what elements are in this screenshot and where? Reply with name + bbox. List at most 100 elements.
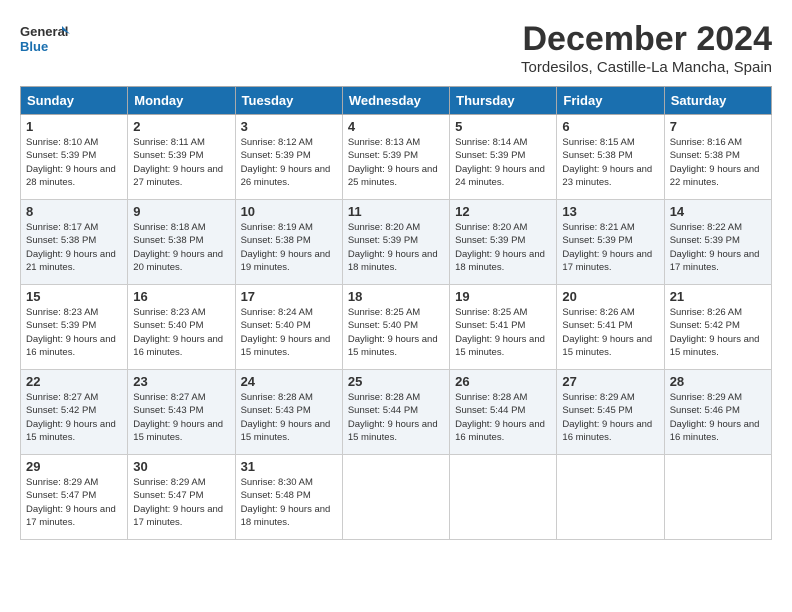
svg-text:Blue: Blue [20, 39, 48, 54]
day-number: 5 [455, 119, 551, 134]
day-number: 21 [670, 289, 766, 304]
calendar-cell: 23 Sunrise: 8:27 AMSunset: 5:43 PMDaylig… [128, 370, 235, 455]
day-info: Sunrise: 8:25 AMSunset: 5:40 PMDaylight:… [348, 306, 444, 359]
day-info: Sunrise: 8:21 AMSunset: 5:39 PMDaylight:… [562, 221, 658, 274]
calendar-cell: 13 Sunrise: 8:21 AMSunset: 5:39 PMDaylig… [557, 200, 664, 285]
day-info: Sunrise: 8:27 AMSunset: 5:42 PMDaylight:… [26, 391, 122, 444]
header: General Blue December 2024 Tordesilos, C… [20, 20, 772, 76]
calendar-cell [342, 455, 449, 540]
day-number: 18 [348, 289, 444, 304]
day-number: 26 [455, 374, 551, 389]
day-info: Sunrise: 8:12 AMSunset: 5:39 PMDaylight:… [241, 136, 337, 189]
calendar-table: SundayMondayTuesdayWednesdayThursdayFrid… [20, 86, 772, 540]
day-info: Sunrise: 8:10 AMSunset: 5:39 PMDaylight:… [26, 136, 122, 189]
day-info: Sunrise: 8:30 AMSunset: 5:48 PMDaylight:… [241, 476, 337, 529]
calendar-cell: 26 Sunrise: 8:28 AMSunset: 5:44 PMDaylig… [450, 370, 557, 455]
day-info: Sunrise: 8:28 AMSunset: 5:44 PMDaylight:… [455, 391, 551, 444]
day-info: Sunrise: 8:22 AMSunset: 5:39 PMDaylight:… [670, 221, 766, 274]
calendar-cell: 14 Sunrise: 8:22 AMSunset: 5:39 PMDaylig… [664, 200, 771, 285]
day-number: 3 [241, 119, 337, 134]
day-info: Sunrise: 8:18 AMSunset: 5:38 PMDaylight:… [133, 221, 229, 274]
calendar-cell: 15 Sunrise: 8:23 AMSunset: 5:39 PMDaylig… [21, 285, 128, 370]
location-title: Tordesilos, Castille-La Mancha, Spain [521, 59, 772, 76]
day-number: 24 [241, 374, 337, 389]
weekday-header-thursday: Thursday [450, 87, 557, 115]
day-number: 12 [455, 204, 551, 219]
day-info: Sunrise: 8:11 AMSunset: 5:39 PMDaylight:… [133, 136, 229, 189]
title-block: December 2024 Tordesilos, Castille-La Ma… [521, 20, 772, 76]
day-number: 15 [26, 289, 122, 304]
weekday-header-sunday: Sunday [21, 87, 128, 115]
day-info: Sunrise: 8:23 AMSunset: 5:39 PMDaylight:… [26, 306, 122, 359]
day-info: Sunrise: 8:17 AMSunset: 5:38 PMDaylight:… [26, 221, 122, 274]
calendar-cell: 12 Sunrise: 8:20 AMSunset: 5:39 PMDaylig… [450, 200, 557, 285]
calendar-cell: 10 Sunrise: 8:19 AMSunset: 5:38 PMDaylig… [235, 200, 342, 285]
day-info: Sunrise: 8:29 AMSunset: 5:47 PMDaylight:… [133, 476, 229, 529]
calendar-cell [664, 455, 771, 540]
calendar-cell: 29 Sunrise: 8:29 AMSunset: 5:47 PMDaylig… [21, 455, 128, 540]
day-info: Sunrise: 8:19 AMSunset: 5:38 PMDaylight:… [241, 221, 337, 274]
day-number: 19 [455, 289, 551, 304]
day-info: Sunrise: 8:28 AMSunset: 5:43 PMDaylight:… [241, 391, 337, 444]
day-number: 17 [241, 289, 337, 304]
calendar-cell: 7 Sunrise: 8:16 AMSunset: 5:38 PMDayligh… [664, 115, 771, 200]
day-number: 2 [133, 119, 229, 134]
day-info: Sunrise: 8:25 AMSunset: 5:41 PMDaylight:… [455, 306, 551, 359]
day-info: Sunrise: 8:15 AMSunset: 5:38 PMDaylight:… [562, 136, 658, 189]
day-info: Sunrise: 8:20 AMSunset: 5:39 PMDaylight:… [455, 221, 551, 274]
day-number: 1 [26, 119, 122, 134]
day-info: Sunrise: 8:13 AMSunset: 5:39 PMDaylight:… [348, 136, 444, 189]
day-info: Sunrise: 8:28 AMSunset: 5:44 PMDaylight:… [348, 391, 444, 444]
calendar-cell: 28 Sunrise: 8:29 AMSunset: 5:46 PMDaylig… [664, 370, 771, 455]
day-number: 9 [133, 204, 229, 219]
day-number: 30 [133, 459, 229, 474]
day-number: 29 [26, 459, 122, 474]
calendar-cell: 4 Sunrise: 8:13 AMSunset: 5:39 PMDayligh… [342, 115, 449, 200]
svg-text:General: General [20, 24, 68, 39]
day-info: Sunrise: 8:26 AMSunset: 5:41 PMDaylight:… [562, 306, 658, 359]
day-number: 14 [670, 204, 766, 219]
day-info: Sunrise: 8:29 AMSunset: 5:45 PMDaylight:… [562, 391, 658, 444]
day-number: 25 [348, 374, 444, 389]
day-number: 8 [26, 204, 122, 219]
day-number: 16 [133, 289, 229, 304]
day-info: Sunrise: 8:27 AMSunset: 5:43 PMDaylight:… [133, 391, 229, 444]
calendar-cell: 17 Sunrise: 8:24 AMSunset: 5:40 PMDaylig… [235, 285, 342, 370]
logo: General Blue [20, 20, 70, 60]
day-info: Sunrise: 8:16 AMSunset: 5:38 PMDaylight:… [670, 136, 766, 189]
day-number: 23 [133, 374, 229, 389]
weekday-header-monday: Monday [128, 87, 235, 115]
calendar-cell [557, 455, 664, 540]
day-info: Sunrise: 8:26 AMSunset: 5:42 PMDaylight:… [670, 306, 766, 359]
day-number: 10 [241, 204, 337, 219]
calendar-cell: 25 Sunrise: 8:28 AMSunset: 5:44 PMDaylig… [342, 370, 449, 455]
calendar-cell: 20 Sunrise: 8:26 AMSunset: 5:41 PMDaylig… [557, 285, 664, 370]
day-info: Sunrise: 8:24 AMSunset: 5:40 PMDaylight:… [241, 306, 337, 359]
calendar-cell: 31 Sunrise: 8:30 AMSunset: 5:48 PMDaylig… [235, 455, 342, 540]
calendar-cell: 5 Sunrise: 8:14 AMSunset: 5:39 PMDayligh… [450, 115, 557, 200]
day-number: 31 [241, 459, 337, 474]
calendar-cell: 1 Sunrise: 8:10 AMSunset: 5:39 PMDayligh… [21, 115, 128, 200]
calendar-cell: 27 Sunrise: 8:29 AMSunset: 5:45 PMDaylig… [557, 370, 664, 455]
day-info: Sunrise: 8:14 AMSunset: 5:39 PMDaylight:… [455, 136, 551, 189]
calendar-cell: 11 Sunrise: 8:20 AMSunset: 5:39 PMDaylig… [342, 200, 449, 285]
day-number: 7 [670, 119, 766, 134]
calendar-cell: 16 Sunrise: 8:23 AMSunset: 5:40 PMDaylig… [128, 285, 235, 370]
day-number: 27 [562, 374, 658, 389]
weekday-header-wednesday: Wednesday [342, 87, 449, 115]
weekday-header-friday: Friday [557, 87, 664, 115]
calendar-cell: 3 Sunrise: 8:12 AMSunset: 5:39 PMDayligh… [235, 115, 342, 200]
calendar-cell: 24 Sunrise: 8:28 AMSunset: 5:43 PMDaylig… [235, 370, 342, 455]
calendar-cell: 8 Sunrise: 8:17 AMSunset: 5:38 PMDayligh… [21, 200, 128, 285]
calendar-cell: 2 Sunrise: 8:11 AMSunset: 5:39 PMDayligh… [128, 115, 235, 200]
calendar-cell: 9 Sunrise: 8:18 AMSunset: 5:38 PMDayligh… [128, 200, 235, 285]
day-info: Sunrise: 8:23 AMSunset: 5:40 PMDaylight:… [133, 306, 229, 359]
calendar-cell: 30 Sunrise: 8:29 AMSunset: 5:47 PMDaylig… [128, 455, 235, 540]
day-number: 13 [562, 204, 658, 219]
month-title: December 2024 [521, 20, 772, 59]
day-number: 4 [348, 119, 444, 134]
day-number: 11 [348, 204, 444, 219]
day-number: 20 [562, 289, 658, 304]
day-info: Sunrise: 8:20 AMSunset: 5:39 PMDaylight:… [348, 221, 444, 274]
calendar-cell: 21 Sunrise: 8:26 AMSunset: 5:42 PMDaylig… [664, 285, 771, 370]
